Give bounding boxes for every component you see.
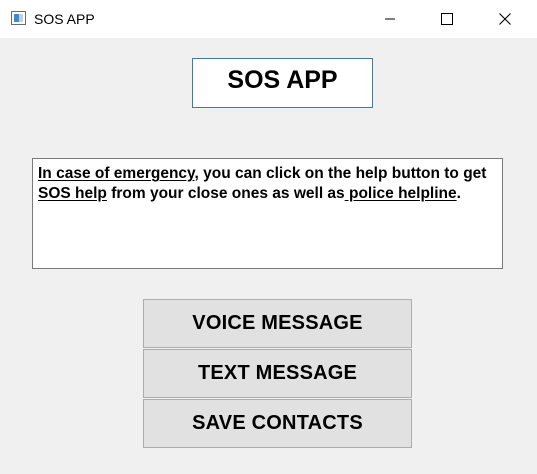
emergency-link-text: In case of emergency — [38, 165, 195, 182]
police-helpline-text: police helpline — [344, 185, 457, 202]
maximize-icon — [441, 13, 453, 25]
info-text-segment: from your close ones as well as — [106, 185, 345, 202]
voice-message-button[interactable]: VOICE MESSAGE — [143, 299, 412, 348]
app-window: SOS APP SOS APP In case of emergency, yo… — [0, 0, 537, 474]
info-text-segment: , you can click on the help button to ge… — [194, 165, 487, 182]
maximize-button[interactable] — [424, 0, 470, 38]
app-header: SOS APP — [192, 58, 373, 108]
window-title: SOS APP — [34, 11, 95, 27]
app-window-icon — [11, 11, 26, 25]
close-button[interactable] — [482, 0, 528, 38]
sos-help-text: SOS help — [38, 185, 107, 202]
info-text-period: . — [456, 185, 461, 202]
close-icon — [499, 13, 511, 25]
app-header-title: SOS APP — [227, 65, 338, 94]
save-contacts-button[interactable]: SAVE CONTACTS — [143, 399, 412, 448]
title-bar[interactable]: SOS APP — [0, 0, 537, 38]
emergency-info-text: In case of emergency, you can click on t… — [32, 158, 503, 269]
minimize-icon — [385, 18, 395, 20]
text-message-button[interactable]: TEXT MESSAGE — [143, 349, 412, 398]
minimize-button[interactable] — [367, 0, 413, 38]
